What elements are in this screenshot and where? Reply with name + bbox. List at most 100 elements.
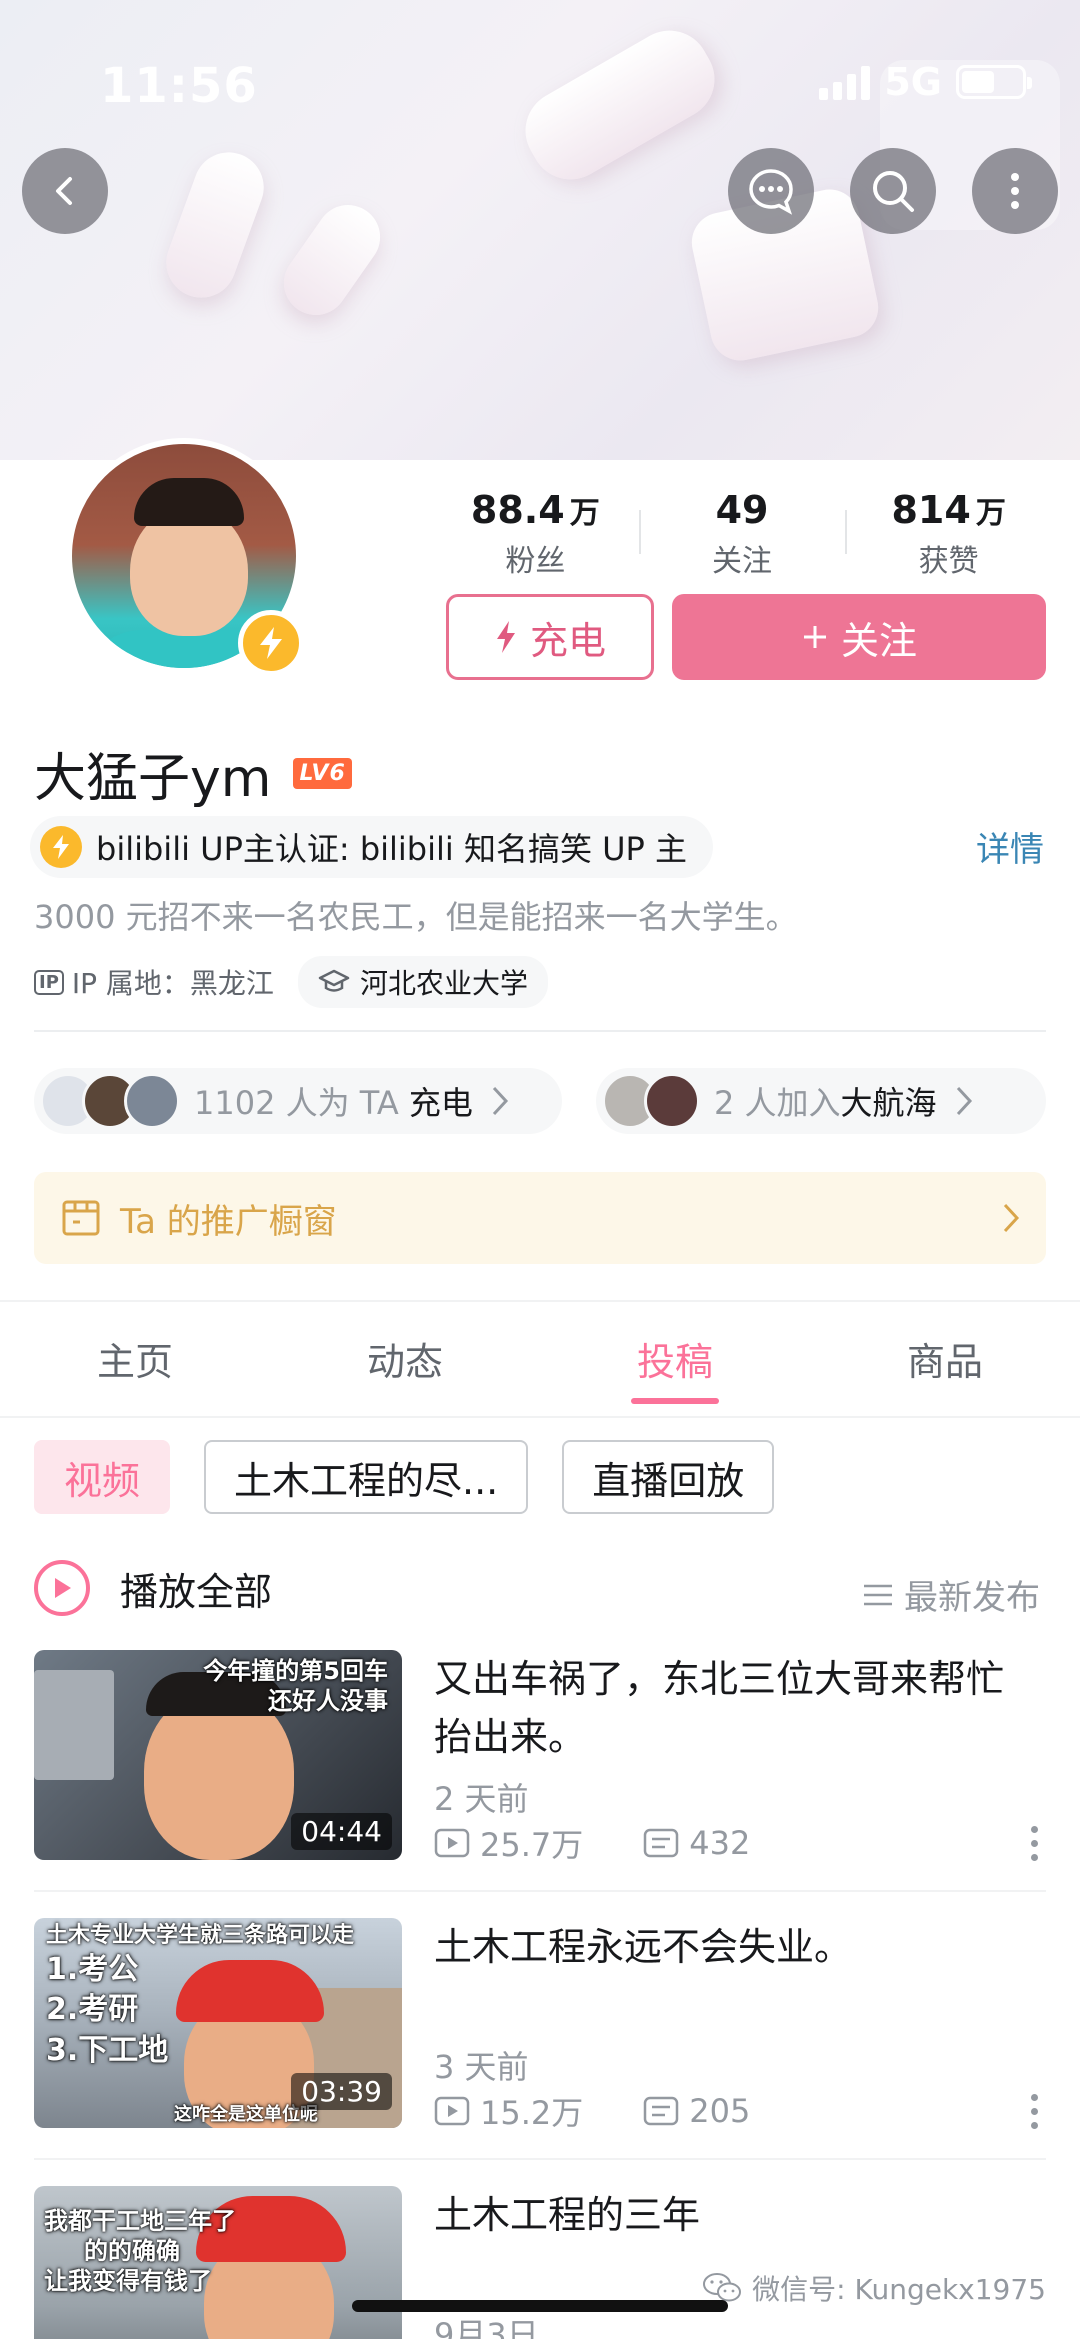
thumbnail-caption: 土木专业大学生就三条路可以走 1.考公 2.考研 3.下工地 xyxy=(46,1923,355,2068)
lightning-badge-icon xyxy=(238,610,304,676)
message-button[interactable] xyxy=(728,148,814,234)
chevron-right-icon xyxy=(1003,1203,1020,1233)
divider xyxy=(34,1890,1046,1892)
video-date: 9月3日 xyxy=(434,2316,539,2339)
play-count-icon xyxy=(434,2096,470,2126)
promo-label: Ta 的推广橱窗 xyxy=(120,1201,337,1242)
video-duration: 03:39 xyxy=(291,2073,392,2110)
play-all-label: 播放全部 xyxy=(120,1569,273,1614)
more-button[interactable] xyxy=(972,148,1058,234)
video-title: 土木工程永远不会失业。 xyxy=(434,1925,853,1969)
chevron-right-icon xyxy=(492,1086,508,1116)
thumbnail-caption: 今年撞的第5回车 还好人没事 xyxy=(203,1657,388,1715)
comment-count: 432 xyxy=(689,1824,751,1862)
play-count-icon xyxy=(434,1828,470,1858)
wechat-watermark: 微信号: Kungekx1975 xyxy=(702,2268,1046,2308)
status-indicators: 5G xyxy=(819,60,1032,104)
profile-tabs: 主页 动态 投稿 商品 xyxy=(0,1300,1080,1418)
video-stats: 25.7万 432 xyxy=(434,1820,750,1866)
verification-text: bilibili UP主认证: bilibili 知名搞笑 UP 主 xyxy=(96,830,688,868)
video-date: 2 天前 xyxy=(434,1780,529,1818)
back-icon xyxy=(56,177,72,205)
divider xyxy=(34,2158,1046,2160)
chip-videos[interactable]: 视频 xyxy=(34,1440,171,1514)
supporter-avatar xyxy=(124,1073,180,1129)
ip-icon: IP xyxy=(34,969,64,995)
video-thumbnail: 土木专业大学生就三条路可以走 1.考公 2.考研 3.下工地 这咋全是这单位呢 … xyxy=(34,1918,402,2128)
video-item[interactable]: 我都干工地三年了 的的确确 让我变得有钱了 土木工程的三年 9月3日 xyxy=(34,2186,1046,2339)
follow-label: 关注 xyxy=(840,618,917,663)
profile-meta: IP IP 属地：黑龙江 河北农业大学 xyxy=(34,956,548,1008)
lightning-icon xyxy=(496,621,515,653)
tab-dynamics[interactable]: 动态 xyxy=(270,1300,540,1416)
follow-button[interactable]: 关注 xyxy=(672,594,1046,680)
video-date: 3 天前 xyxy=(434,2048,529,2086)
chat-bubble-icon xyxy=(749,169,793,215)
school-text: 河北农业大学 xyxy=(359,967,528,1000)
charge-supporters-text: 1102 人为 TA 充电 xyxy=(194,1084,473,1122)
video-thumbnail: 今年撞的第5回车 还好人没事 04:44 xyxy=(34,1650,402,1860)
comment-count: 205 xyxy=(689,2092,751,2130)
watermark-text: 微信号: Kungekx1975 xyxy=(752,2273,1046,2306)
storefront-icon xyxy=(62,1200,100,1236)
comment-icon xyxy=(644,1828,679,1858)
bio: 3000 元招不来一名农民工，但是能招来一名大学生。 xyxy=(34,898,798,936)
charge-label: 充电 xyxy=(529,618,606,663)
thumbnail-caption: 我都干工地三年了 的的确确 让我变得有钱了 xyxy=(44,2207,236,2295)
promo-showcase[interactable]: Ta 的推广橱窗 xyxy=(34,1172,1046,1264)
lightning-verified-icon xyxy=(40,826,82,868)
video-item[interactable]: 今年撞的第5回车 还好人没事 04:44 又出车祸了，东北三位大哥来帮忙抬出来。… xyxy=(34,1650,1046,1864)
video-item[interactable]: 土木专业大学生就三条路可以走 1.考公 2.考研 3.下工地 这咋全是这单位呢 … xyxy=(34,1918,1046,2132)
search-button[interactable] xyxy=(850,148,936,234)
stat-fans[interactable]: 88.4 万 粉丝 xyxy=(432,488,639,580)
play-all-button[interactable]: 播放全部 xyxy=(34,1560,272,1616)
avatar[interactable] xyxy=(66,438,304,676)
video-thumbnail: 我都干工地三年了 的的确确 让我变得有钱了 xyxy=(34,2186,402,2339)
voyage-text: 2 人加入大航海 xyxy=(714,1084,937,1122)
comment-icon xyxy=(644,2096,679,2126)
stat-likes: 814 万 获赞 xyxy=(845,488,1052,580)
plus-icon xyxy=(803,626,826,648)
play-icon xyxy=(34,1560,90,1616)
profile-stats: 88.4 万 粉丝 49 关注 814 万 获赞 xyxy=(432,488,1052,580)
sort-dropdown[interactable]: 最新发布 xyxy=(862,1570,1040,1619)
status-time: 11:56 xyxy=(100,58,258,114)
video-title: 土木工程的三年 xyxy=(434,2193,701,2237)
filter-chips: 视频 土木工程的尽... 直播回放 xyxy=(34,1440,775,1514)
voyage-members[interactable]: 2 人加入大航海 xyxy=(596,1068,1046,1134)
member-avatar xyxy=(644,1073,700,1129)
verification-badge: bilibili UP主认证: bilibili 知名搞笑 UP 主 xyxy=(30,816,714,878)
chevron-right-icon xyxy=(956,1086,972,1116)
signal-icon xyxy=(819,64,871,100)
username: 大猛子ym LV6 xyxy=(34,736,352,811)
details-link[interactable]: 详情 xyxy=(976,822,1044,871)
tab-uploads[interactable]: 投稿 xyxy=(540,1300,810,1416)
video-duration: 04:44 xyxy=(291,1813,392,1850)
back-button[interactable] xyxy=(22,148,108,234)
level-badge: LV6 xyxy=(293,758,352,789)
chip-live-replay[interactable]: 直播回放 xyxy=(562,1440,775,1514)
charge-supporters[interactable]: 1102 人为 TA 充电 xyxy=(34,1068,562,1134)
tab-products[interactable]: 商品 xyxy=(810,1300,1080,1416)
view-count: 25.7万 xyxy=(480,1826,584,1864)
chip-collection[interactable]: 土木工程的尽... xyxy=(204,1440,529,1514)
video-title: 又出车祸了，东北三位大哥来帮忙抬出来。 xyxy=(434,1657,1005,1759)
battery-icon xyxy=(956,65,1032,99)
divider xyxy=(34,1030,1046,1032)
video-stats: 15.2万 205 xyxy=(434,2088,750,2134)
charge-button[interactable]: 充电 xyxy=(446,594,654,680)
tab-home[interactable]: 主页 xyxy=(0,1300,270,1416)
home-indicator[interactable] xyxy=(352,2300,728,2312)
network-type: 5G xyxy=(884,60,942,104)
sort-label: 最新发布 xyxy=(904,1578,1040,1618)
graduation-cap-icon xyxy=(318,969,350,992)
ip-location: IP IP 属地：黑龙江 xyxy=(34,962,274,1002)
stat-following[interactable]: 49 关注 xyxy=(638,488,846,580)
more-options-icon[interactable] xyxy=(1031,1826,1038,1861)
username-text: 大猛子ym xyxy=(34,749,272,809)
school-tag[interactable]: 河北农业大学 xyxy=(297,956,548,1008)
search-icon xyxy=(873,171,914,212)
more-vertical-icon xyxy=(1011,173,1019,209)
more-options-icon[interactable] xyxy=(1031,2094,1038,2129)
view-count: 15.2万 xyxy=(480,2094,584,2132)
